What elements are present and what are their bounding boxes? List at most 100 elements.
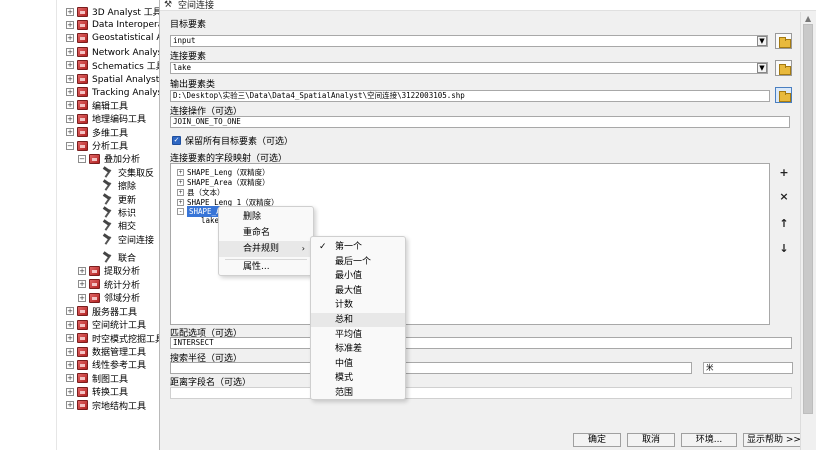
keep-all-target-checkbox[interactable]: ✓ — [172, 136, 181, 145]
merge-rule-item[interactable]: 总和 — [311, 313, 405, 327]
menu-item-delete[interactable]: 删除 — [219, 209, 313, 225]
toolbox-item[interactable]: + 转换工具 — [66, 385, 128, 398]
toolbox-item[interactable]: + 制图工具 — [66, 372, 128, 385]
environments-button[interactable]: 环境... — [681, 433, 737, 447]
expand-icon[interactable]: + — [177, 198, 184, 206]
toolbox-item[interactable]: + 服务器工具 — [66, 305, 137, 318]
target-features-dropdown-icon[interactable]: ▼ — [757, 36, 767, 46]
search-radius-input[interactable] — [170, 362, 692, 374]
add-field-button[interactable]: + — [777, 166, 791, 180]
search-radius-unit-combo[interactable]: 米 — [703, 362, 793, 374]
toolbox-item[interactable]: + 地理编码工具 — [66, 112, 146, 125]
menu-item-rename[interactable]: 重命名 — [219, 225, 313, 241]
expand-icon[interactable]: + — [66, 61, 74, 70]
toolset-item[interactable]: + 提取分析 — [78, 264, 140, 277]
match-option-combo[interactable]: INTERSECT — [170, 337, 792, 349]
tool-item[interactable]: 交集取反 — [102, 166, 154, 179]
merge-rule-item[interactable]: 中值 — [311, 357, 405, 371]
toolset-item[interactable]: − 叠加分析 — [78, 152, 140, 165]
merge-rule-item[interactable]: 最后一个 — [311, 255, 405, 269]
expand-icon[interactable]: + — [78, 280, 86, 289]
join-features-dropdown-icon[interactable]: ▼ — [757, 63, 767, 73]
toolset-item[interactable]: + 统计分析 — [78, 278, 140, 291]
expand-icon[interactable]: + — [66, 87, 74, 96]
expand-icon[interactable]: + — [78, 266, 86, 275]
merge-rule-item[interactable]: 最小值 — [311, 269, 405, 283]
toolbox-item[interactable]: + Tracking Analyst 工 — [66, 85, 160, 98]
join-features-combo[interactable]: lake — [170, 62, 768, 74]
toolbox-item[interactable]: + 线性参考工具 — [66, 358, 146, 371]
toolbox-item[interactable]: + Spatial Analyst 工 — [66, 72, 160, 85]
dialog-titlebar[interactable]: ⚒ 空间连接 — [160, 0, 816, 11]
toolset-item[interactable]: + 邻域分析 — [78, 291, 140, 304]
expand-icon[interactable]: + — [66, 347, 74, 356]
expand-icon[interactable]: + — [66, 374, 74, 383]
expand-icon[interactable]: + — [66, 360, 74, 369]
expand-icon[interactable]: + — [66, 114, 74, 123]
tool-item[interactable]: 擦除 — [102, 179, 136, 192]
expand-icon[interactable]: + — [66, 47, 74, 56]
scrollbar-thumb[interactable] — [803, 24, 813, 414]
expand-icon[interactable]: + — [66, 7, 74, 16]
expand-icon[interactable]: + — [66, 307, 74, 316]
tool-item[interactable]: 标识 — [102, 206, 136, 219]
move-down-button[interactable]: ↓ — [777, 242, 791, 256]
expand-icon[interactable]: + — [177, 188, 184, 196]
tool-item[interactable]: 更新 — [102, 193, 136, 206]
expand-icon[interactable]: + — [66, 20, 74, 29]
collapse-icon[interactable]: − — [66, 141, 74, 150]
merge-rule-item[interactable]: 标准差 — [311, 342, 405, 356]
join-operation-combo[interactable]: JOIN_ONE_TO_ONE — [170, 116, 790, 128]
tool-item[interactable]: 联合 — [102, 251, 136, 264]
toolbox-item[interactable]: − 分析工具 — [66, 139, 128, 152]
distance-field-input[interactable] — [170, 387, 792, 399]
show-help-button[interactable]: 显示帮助 >> — [743, 433, 805, 447]
merge-rule-item[interactable]: 模式 — [311, 371, 405, 385]
tool-item[interactable]: 相交 — [102, 219, 136, 232]
delete-field-button[interactable]: × — [777, 190, 791, 204]
expand-icon[interactable]: + — [78, 293, 86, 302]
output-feature-class-folder-icon[interactable] — [775, 87, 792, 103]
cancel-button[interactable]: 取消 — [627, 433, 675, 447]
toolbox-item[interactable]: + 多维工具 — [66, 126, 128, 139]
toolbox-item[interactable]: + Network Analyst 工 — [66, 45, 160, 58]
scroll-up-icon[interactable]: ▲ — [805, 14, 811, 23]
expand-icon[interactable]: + — [66, 320, 74, 329]
field-map-row[interactable]: + SHAPE_Area（双精度） — [177, 177, 270, 187]
toolbox-item[interactable]: + Schematics 工具 — [66, 59, 160, 72]
expand-icon[interactable]: + — [66, 74, 74, 83]
toolbox-item[interactable]: + 数据管理工具 — [66, 345, 146, 358]
field-map-child-row[interactable]: lake — [201, 215, 219, 225]
menu-item-merge-rule[interactable]: 合并规则 › — [219, 241, 313, 257]
menu-item-properties[interactable]: 属性... — [219, 259, 313, 275]
expand-icon[interactable]: + — [66, 34, 74, 43]
collapse-icon[interactable]: − — [78, 154, 86, 163]
target-features-folder-icon[interactable] — [775, 33, 792, 49]
expand-icon[interactable]: + — [66, 101, 74, 110]
output-feature-class-input[interactable]: D:\Desktop\实验三\Data\Data4_SpatialAnalyst… — [170, 90, 770, 102]
merge-rule-item[interactable]: ✓ 第一个 — [311, 240, 405, 254]
join-features-folder-icon[interactable] — [775, 60, 792, 76]
ok-button[interactable]: 确定 — [573, 433, 621, 447]
toolbox-item[interactable]: + 时空模式挖掘工具 — [66, 332, 160, 345]
collapse-icon[interactable]: - — [177, 207, 184, 215]
toolbox-item[interactable]: +3D Analyst 工具 — [66, 5, 160, 18]
move-up-button[interactable]: ↑ — [777, 217, 791, 231]
toolbox-item[interactable]: + 编辑工具 — [66, 99, 128, 112]
merge-rule-item[interactable]: 计数 — [311, 298, 405, 312]
merge-rule-item[interactable]: 范围 — [311, 386, 405, 400]
toolbox-item[interactable]: + Geostatistical Ana — [66, 32, 160, 45]
expand-icon[interactable]: + — [66, 334, 74, 343]
field-map-row[interactable]: + 县（文本） — [177, 187, 225, 197]
toolbox-item[interactable]: + Data Interoperab — [66, 18, 160, 31]
expand-icon[interactable]: + — [66, 387, 74, 396]
tool-item[interactable]: 空间连接 — [102, 233, 154, 246]
expand-icon[interactable]: + — [66, 128, 74, 137]
target-features-combo[interactable]: input — [170, 35, 768, 47]
expand-icon[interactable]: + — [177, 178, 184, 186]
toolbox-item[interactable]: + 宗地结构工具 — [66, 399, 146, 412]
merge-rule-item[interactable]: 平均值 — [311, 328, 405, 342]
merge-rule-item[interactable]: 最大值 — [311, 284, 405, 298]
expand-icon[interactable]: + — [177, 168, 184, 176]
toolbox-item[interactable]: + 空间统计工具 — [66, 318, 146, 331]
